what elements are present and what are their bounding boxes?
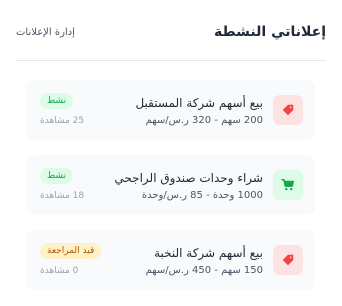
manage-listings-link[interactable]: إدارة الإعلانات: [16, 27, 75, 38]
tag-icon: [282, 254, 294, 266]
listing-title: بيع أسهم شركة المستقبل: [135, 96, 263, 110]
cart-icon: [281, 178, 295, 191]
listing-details: 200 سهم - 320 ر.س/سهم: [145, 115, 263, 126]
listing-card[interactable]: شراء وحدات صندوق الراجحي 1000 وحدة - 85 …: [26, 155, 315, 215]
listing-title: شراء وحدات صندوق الراجحي: [114, 171, 263, 185]
views-count: 0 مشاهدة: [40, 266, 79, 276]
status-badge: نشط: [40, 168, 74, 184]
listing-card[interactable]: بيع أسهم شركة النخبة 150 سهم - 450 ر.س/س…: [26, 230, 315, 290]
header: إعلاناتي النشطة إدارة الإعلانات: [16, 22, 326, 42]
listing-icon-badge: [273, 245, 303, 275]
divider: [16, 60, 326, 61]
page-title: إعلاناتي النشطة: [214, 24, 326, 40]
listing-card[interactable]: بيع أسهم شركة المستقبل 200 سهم - 320 ر.س…: [26, 80, 315, 140]
tag-icon: [282, 104, 294, 116]
listing-details: 1000 وحدة - 85 ر.س/وحدة: [141, 190, 263, 201]
views-count: 18 مشاهدة: [40, 191, 85, 201]
status-badge: نشط: [40, 93, 74, 109]
listing-icon-badge: [273, 170, 303, 200]
views-count: 25 مشاهدة: [40, 116, 85, 126]
status-badge: قيد المراجعة: [40, 243, 102, 259]
listing-icon-badge: [273, 95, 303, 125]
listing-details: 150 سهم - 450 ر.س/سهم: [145, 265, 263, 276]
listing-title: بيع أسهم شركة النخبة: [154, 246, 263, 260]
